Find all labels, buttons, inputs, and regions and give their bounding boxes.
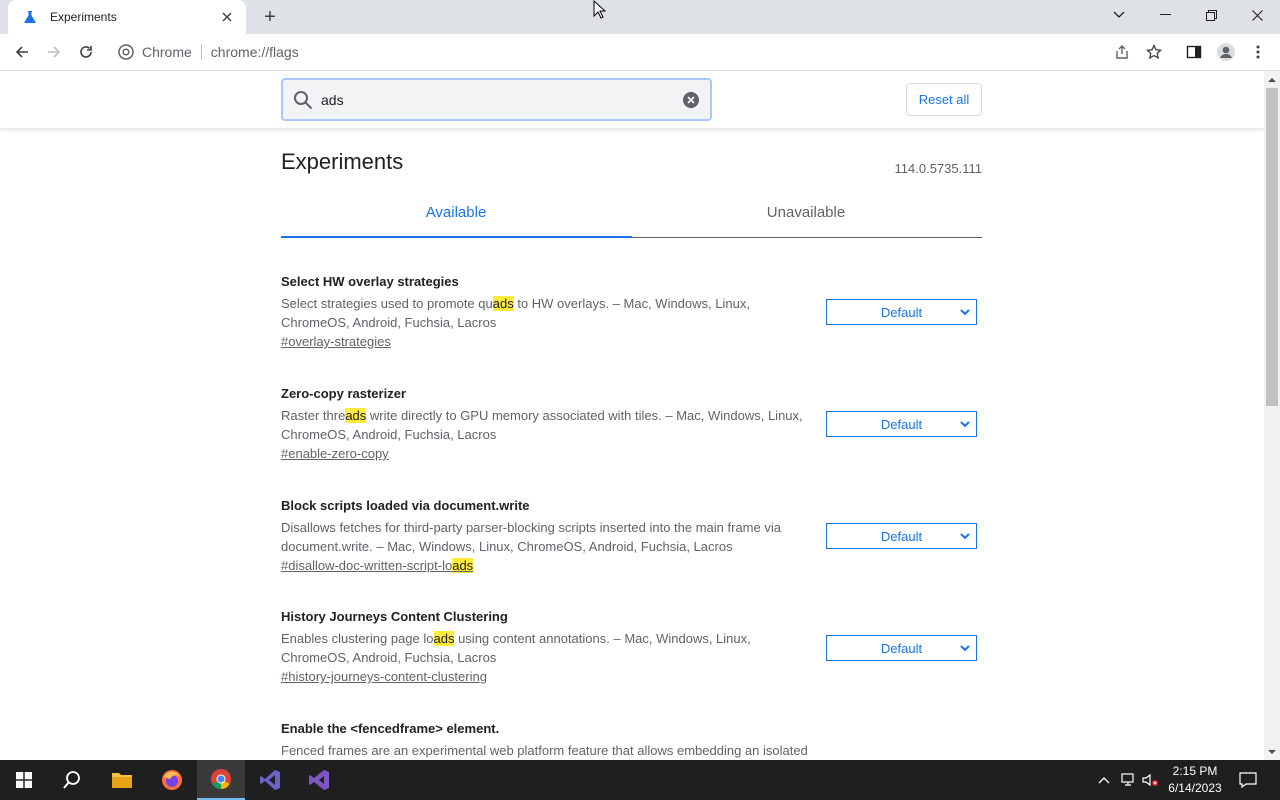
site-label: Chrome xyxy=(142,44,192,60)
experiment-item: Zero-copy rasterizer Raster threads writ… xyxy=(281,386,982,463)
active-tab-indicator xyxy=(281,236,632,238)
experiment-name: Select HW overlay strategies xyxy=(281,274,459,289)
flags-page: Reset all Experiments 114.0.5735.111 Ava… xyxy=(0,71,1264,760)
visual-studio-icon[interactable] xyxy=(295,760,343,800)
experiment-permalink[interactable]: #history-journeys-content-clustering xyxy=(281,669,487,684)
chevron-down-icon xyxy=(960,533,970,540)
share-icon[interactable] xyxy=(1109,39,1135,65)
experiment-name: Enable the <fencedframe> element. xyxy=(281,721,500,736)
tab-search-icon[interactable] xyxy=(1096,0,1142,30)
experiment-name: History Journeys Content Clustering xyxy=(281,609,508,624)
clear-search-icon[interactable] xyxy=(682,91,700,109)
search-field[interactable] xyxy=(281,78,712,121)
search-input[interactable] xyxy=(321,91,682,108)
network-icon[interactable] xyxy=(1117,770,1137,790)
tab-unavailable[interactable]: Unavailable xyxy=(631,204,981,221)
scroll-down-icon[interactable] xyxy=(1264,744,1280,760)
new-tab-button[interactable]: + xyxy=(258,6,282,28)
clock-date: 6/14/2023 xyxy=(1168,781,1222,795)
url-text[interactable]: chrome://flags xyxy=(211,44,299,60)
tab-close-icon[interactable] xyxy=(218,8,236,26)
search-highlight: ads xyxy=(433,631,455,646)
menu-kebab-icon[interactable] xyxy=(1245,39,1271,65)
experiment-permalink[interactable]: #disallow-doc-written-script-loads xyxy=(281,558,474,573)
side-panel-icon[interactable] xyxy=(1181,39,1207,65)
restore-icon[interactable] xyxy=(1188,0,1234,30)
close-window-icon[interactable] xyxy=(1234,0,1280,30)
back-icon[interactable] xyxy=(7,37,37,67)
search-taskbar-icon[interactable] xyxy=(48,760,96,800)
chevron-down-icon xyxy=(960,421,970,428)
experiment-description: Enables clustering page loads using cont… xyxy=(281,631,751,665)
experiment-select[interactable]: Default xyxy=(826,299,977,325)
tab-available[interactable]: Available xyxy=(281,204,631,221)
tab-bar: Available Unavailable xyxy=(281,196,982,238)
experiment-select[interactable]: Default xyxy=(826,411,977,437)
volume-muted-icon[interactable] xyxy=(1140,770,1160,790)
experiment-item: History Journeys Content Clustering Enab… xyxy=(281,609,982,686)
search-icon xyxy=(294,90,313,109)
profile-avatar-icon[interactable] xyxy=(1213,39,1239,65)
firefox-icon[interactable] xyxy=(148,760,196,800)
experiment-select[interactable]: Default xyxy=(826,635,977,661)
experiment-description: Fenced frames are an experimental web pl… xyxy=(281,743,808,758)
tray-chevron-up-icon[interactable] xyxy=(1094,770,1114,790)
page-title: Experiments xyxy=(281,149,404,174)
mouse-cursor-icon xyxy=(593,0,607,19)
windows-start-icon[interactable] xyxy=(0,760,48,800)
search-header: Reset all xyxy=(0,71,1264,129)
windows-taskbar: 2:15 PM 6/14/2023 xyxy=(0,760,1280,800)
minimize-icon[interactable] xyxy=(1142,0,1188,30)
experiment-item: Enable the <fencedframe> element. Fenced… xyxy=(281,721,982,760)
chevron-down-icon xyxy=(960,309,970,316)
experiment-item: Select HW overlay strategies Select stra… xyxy=(281,274,982,351)
experiment-name: Block scripts loaded via document.write xyxy=(281,498,530,513)
experiment-select[interactable]: Default xyxy=(826,523,977,549)
flask-icon xyxy=(22,9,38,25)
reload-icon[interactable] xyxy=(71,37,101,67)
search-highlight: ads xyxy=(345,408,367,423)
notification-center-icon[interactable] xyxy=(1238,770,1258,790)
title-bar: Experiments + xyxy=(0,0,1280,34)
search-highlight: ads xyxy=(492,296,514,311)
experiment-description: Disallows fetches for third-party parser… xyxy=(281,520,781,554)
reset-all-button[interactable]: Reset all xyxy=(906,83,982,116)
experiment-permalink[interactable]: #overlay-strategies xyxy=(281,334,391,349)
bookmark-star-icon[interactable] xyxy=(1141,39,1167,65)
experiment-permalink[interactable]: #enable-zero-copy xyxy=(281,446,389,461)
omnibox-divider xyxy=(200,44,202,60)
chrome-taskbar-icon[interactable] xyxy=(197,760,245,800)
chevron-down-icon xyxy=(960,645,970,652)
tab-title: Experiments xyxy=(50,10,117,24)
file-explorer-icon[interactable] xyxy=(98,760,146,800)
browser-toolbar: Chrome chrome://flags xyxy=(0,34,1280,71)
browser-tab-experiments[interactable]: Experiments xyxy=(8,0,246,34)
chrome-logo-icon xyxy=(118,44,134,60)
page-scrollbar[interactable] xyxy=(1264,71,1280,760)
scroll-up-icon[interactable] xyxy=(1264,71,1280,87)
experiment-description: Raster threads write directly to GPU mem… xyxy=(281,408,803,442)
experiment-name: Zero-copy rasterizer xyxy=(281,386,406,401)
experiment-description: Select strategies used to promote quads … xyxy=(281,296,750,330)
search-highlight: ads xyxy=(452,558,474,573)
clock-time: 2:15 PM xyxy=(1172,764,1218,778)
forward-icon[interactable] xyxy=(39,37,69,67)
version-label: 114.0.5735.111 xyxy=(894,161,982,176)
system-clock[interactable]: 2:15 PM 6/14/2023 xyxy=(1160,763,1230,797)
address-bar[interactable]: Chrome chrome://flags xyxy=(112,37,1174,67)
experiment-item: Block scripts loaded via document.write … xyxy=(281,498,982,575)
scroll-thumb[interactable] xyxy=(1266,88,1278,406)
vscode-icon[interactable] xyxy=(246,760,294,800)
